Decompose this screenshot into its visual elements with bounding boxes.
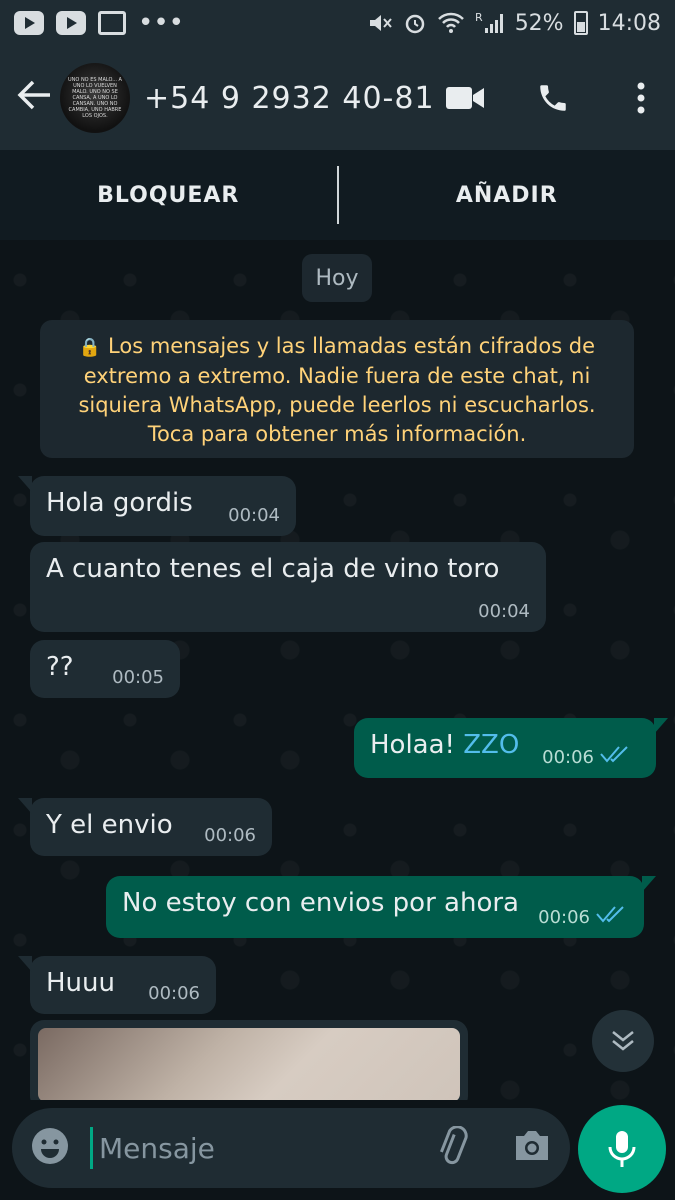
- network-label: R: [475, 10, 483, 24]
- message-text: No estoy con envios por ahora: [122, 888, 519, 918]
- message-extra: ZZO: [463, 730, 520, 760]
- message-text: Holaa!: [370, 730, 455, 760]
- gallery-icon: [98, 11, 126, 35]
- message-bubble[interactable]: A cuanto tenes el caja de vino toro 00:0…: [30, 542, 546, 632]
- video-call-icon[interactable]: [445, 78, 485, 118]
- battery-percent: 52%: [514, 10, 564, 36]
- message-text: A cuanto tenes el caja de vino toro: [46, 554, 500, 584]
- message-time: 00:05: [112, 667, 164, 688]
- message-bubble-outgoing[interactable]: Holaa! ZZO 00:06: [354, 718, 668, 778]
- back-arrow-icon[interactable]: [14, 75, 54, 121]
- alarm-icon: [405, 14, 425, 34]
- contact-name[interactable]: +54 9 2932 40-81...: [144, 81, 434, 116]
- message-bubble-outgoing[interactable]: No estoy con envios por ahora 00:06: [106, 876, 656, 938]
- block-add-bar: BLOQUEAR AÑADIR: [0, 150, 675, 240]
- lock-icon: 🔒: [78, 337, 102, 358]
- scroll-down-button[interactable]: [592, 1010, 654, 1072]
- block-button[interactable]: BLOQUEAR: [0, 183, 337, 208]
- wifi-icon: [438, 12, 464, 33]
- mute-icon: [370, 15, 392, 31]
- mic-button[interactable]: [578, 1105, 666, 1193]
- message-text: ??: [46, 652, 74, 682]
- read-ticks-icon: [600, 745, 632, 768]
- youtube-icon: [14, 11, 44, 35]
- message-time: 00:04: [478, 601, 530, 622]
- message-bubble[interactable]: Huuu 00:06: [18, 956, 216, 1014]
- message-time: 00:06: [538, 907, 590, 928]
- avatar[interactable]: UNO NO ES MALO... A UNO LO VUELVEN MALO.…: [60, 63, 130, 133]
- chat-area[interactable]: BLOQUEAR AÑADIR Hoy 🔒 Los mensajes y las…: [0, 150, 675, 1100]
- chevron-down-icon: [612, 1031, 634, 1051]
- message-text: Huuu: [46, 968, 115, 998]
- message-text: Y el envio: [46, 810, 173, 840]
- chat-header: UNO NO ES MALO... A UNO LO VUELVEN MALO.…: [0, 46, 675, 150]
- status-bar: ••• R 52% 14:08: [0, 0, 675, 46]
- message-time: 00:04: [228, 505, 280, 526]
- message-bubble[interactable]: Hola gordis 00:04: [18, 476, 296, 536]
- signal-icon: [484, 14, 503, 33]
- camera-icon[interactable]: [512, 1128, 552, 1168]
- read-ticks-icon: [596, 905, 628, 928]
- message-input-container[interactable]: Mensaje: [12, 1108, 570, 1188]
- microphone-icon: [608, 1131, 636, 1167]
- message-bubble[interactable]: ?? 00:05: [30, 640, 180, 698]
- more-notifications-icon: •••: [138, 8, 185, 38]
- battery-icon: [573, 11, 588, 35]
- message-bubble[interactable]: Y el envio 00:06: [18, 798, 272, 856]
- message-input[interactable]: Mensaje: [90, 1127, 434, 1169]
- youtube-icon-2: [56, 11, 86, 35]
- date-chip: Hoy: [302, 254, 372, 302]
- more-options-icon[interactable]: [621, 78, 661, 118]
- message-time: 00:06: [148, 983, 200, 1004]
- emoji-icon[interactable]: [30, 1126, 70, 1170]
- image-message[interactable]: [30, 1020, 468, 1100]
- clock: 14:08: [597, 10, 661, 36]
- message-time: 00:06: [204, 825, 256, 846]
- encryption-notice[interactable]: 🔒 Los mensajes y las llamadas están cifr…: [40, 320, 634, 458]
- add-contact-button[interactable]: AÑADIR: [339, 183, 675, 208]
- message-time: 00:06: [542, 747, 594, 768]
- phone-icon[interactable]: [533, 78, 573, 118]
- image-thumbnail[interactable]: [38, 1028, 460, 1100]
- message-text: Hola gordis: [46, 488, 193, 518]
- attach-icon[interactable]: [434, 1125, 470, 1170]
- encryption-notice-text: Los mensajes y las llamadas están cifrad…: [78, 334, 596, 446]
- input-bar: Mensaje: [0, 1100, 675, 1200]
